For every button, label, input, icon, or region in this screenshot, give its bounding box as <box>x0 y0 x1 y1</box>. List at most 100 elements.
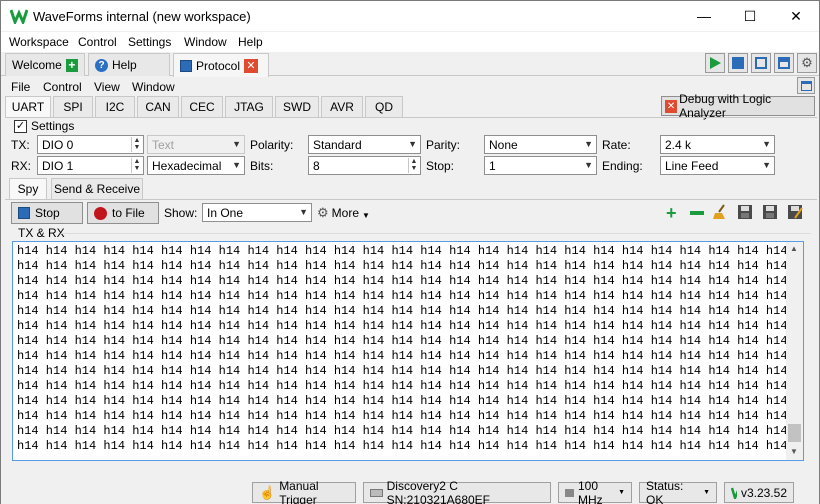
tab-i2c[interactable]: I2C <box>95 96 135 117</box>
menu-settings[interactable]: Settings <box>128 35 171 49</box>
run-button[interactable] <box>705 53 725 73</box>
tx-rx-console[interactable]: h14 h14 h14 h14 h14 h14 h14 h14 h14 h14 … <box>12 241 804 461</box>
tab-spy[interactable]: Spy <box>9 178 47 199</box>
clock-frequency-selector[interactable]: 100 MHz ▼ <box>558 479 632 504</box>
vertical-scrollbar[interactable]: ▲ ▼ <box>786 242 803 460</box>
submenu-window[interactable]: Window <box>132 80 175 94</box>
bits-input[interactable]: 8 ▲ ▼ <box>308 156 421 175</box>
tab-swd[interactable]: SWD <box>275 96 319 117</box>
show-value: In One <box>207 206 244 220</box>
submenu-file[interactable]: File <box>11 80 30 94</box>
debug-button-label: Debug with Logic Analyzer <box>679 92 772 120</box>
tab-close-icon[interactable]: ✕ <box>244 58 259 73</box>
stop-bits-value: 1 <box>489 159 496 173</box>
gear-icon: ⚙ <box>801 55 813 70</box>
ending-select[interactable]: Line Feed ▼ <box>660 156 775 175</box>
rate-select[interactable]: 2.4 k ▼ <box>660 135 775 154</box>
cascade-windows-icon <box>755 57 767 69</box>
record-to-file-button[interactable]: to File <box>87 202 159 224</box>
tab-send-receive-label: Send & Receive <box>53 182 141 196</box>
manual-trigger-label: Manual Trigger <box>279 478 319 504</box>
stop-button[interactable]: Stop <box>11 202 83 224</box>
group-divider <box>61 233 811 234</box>
parity-select[interactable]: None ▼ <box>484 135 597 154</box>
tab-help[interactable]: ? Help <box>88 53 170 76</box>
tx-format-select[interactable]: Text ▼ <box>147 135 245 154</box>
status-bar: ☝ Manual Trigger Discovery2 C SN:210321A… <box>1 479 819 504</box>
device-icon <box>370 488 383 497</box>
settings-toggle[interactable]: ✓ Settings <box>14 119 74 133</box>
scroll-up-icon[interactable]: ▲ <box>790 244 798 253</box>
polarity-value: Standard <box>313 138 362 152</box>
tab-jtag-label: JTAG <box>234 100 264 114</box>
tab-cec[interactable]: CEC <box>181 96 223 117</box>
rx-format-select[interactable]: Hexadecimal ▼ <box>147 156 245 175</box>
status-indicator[interactable]: Status: OK ▼ <box>639 479 717 504</box>
rate-value: 2.4 k <box>665 138 692 152</box>
manual-trigger-button[interactable]: ☝ Manual Trigger <box>252 478 356 504</box>
tx-spin-icon[interactable]: ▲ ▼ <box>131 137 142 152</box>
remove-icon[interactable] <box>690 211 704 215</box>
device-selector[interactable]: Discovery2 C SN:210321A680EF <box>363 479 551 504</box>
menu-window[interactable]: Window <box>184 35 227 49</box>
save-edit-icon[interactable] <box>787 204 803 220</box>
tab-spy-label: Spy <box>17 182 39 196</box>
menu-control[interactable]: Control <box>78 35 117 49</box>
save-icon[interactable] <box>737 204 753 220</box>
protocol-icon <box>180 59 192 72</box>
version-info[interactable]: v3.23.52 <box>724 482 794 503</box>
tab-qd[interactable]: QD <box>365 96 403 117</box>
rx-pin-value: DIO 1 <box>42 159 74 173</box>
add-icon[interactable]: + <box>666 203 677 224</box>
tab-i2c-label: I2C <box>105 100 125 114</box>
tab-can[interactable]: CAN <box>137 96 179 117</box>
tab-avr-label: AVR <box>330 100 354 114</box>
device-settings-button[interactable]: ⚙ <box>797 53 817 73</box>
more-menu-button[interactable]: ⚙ More ▼ <box>317 205 370 221</box>
tile-button[interactable] <box>774 53 794 73</box>
help-icon: ? <box>95 58 108 72</box>
title-bar: WaveForms internal (new workspace) — ☐ ✕ <box>1 1 819 31</box>
maximize-button[interactable]: ☐ <box>727 1 773 31</box>
close-button[interactable]: ✕ <box>773 1 819 31</box>
tab-help-label: Help <box>112 58 137 72</box>
tab-send-receive[interactable]: Send & Receive <box>51 178 143 199</box>
divider <box>5 117 817 118</box>
save-as-icon[interactable] <box>762 204 778 220</box>
show-select[interactable]: In One ▼ <box>202 203 312 222</box>
rx-pin-input[interactable]: DIO 1 ▲ ▼ <box>37 156 144 175</box>
scroll-down-icon[interactable]: ▼ <box>790 447 798 456</box>
polarity-select[interactable]: Standard ▼ <box>308 135 421 154</box>
rx-spin-icon[interactable]: ▲ ▼ <box>131 158 142 173</box>
menu-help[interactable]: Help <box>238 35 263 49</box>
settings-checkbox[interactable]: ✓ <box>14 119 27 133</box>
add-icon[interactable]: + <box>65 58 78 72</box>
parity-value: None <box>489 138 518 152</box>
tx-pin-input[interactable]: DIO 0 ▲ ▼ <box>37 135 144 154</box>
bits-label: Bits: <box>250 159 274 173</box>
window-icon <box>800 81 812 91</box>
minimize-button[interactable]: — <box>681 1 727 31</box>
submenu-control[interactable]: Control <box>43 80 82 94</box>
tab-protocol[interactable]: Protocol ✕ <box>173 53 269 77</box>
tab-uart[interactable]: UART <box>5 96 51 117</box>
chevron-down-icon: ▼ <box>299 207 308 217</box>
tab-spi[interactable]: SPI <box>53 96 93 117</box>
debug-logic-analyzer-button[interactable]: ✕ Debug with Logic Analyzer <box>661 92 815 120</box>
rate-label: Rate: <box>602 138 631 152</box>
cascade-button[interactable] <box>751 53 771 73</box>
tx-pin-value: DIO 0 <box>42 138 74 152</box>
bits-spin-icon[interactable]: ▲ ▼ <box>408 158 419 173</box>
menu-workspace[interactable]: Workspace <box>9 35 69 49</box>
submenu-view[interactable]: View <box>94 80 120 94</box>
tab-welcome[interactable]: Welcome + <box>5 53 85 76</box>
tab-avr[interactable]: AVR <box>321 96 363 117</box>
stop-all-button[interactable] <box>728 53 748 73</box>
tab-jtag[interactable]: JTAG <box>225 96 273 117</box>
stop-bits-select[interactable]: 1 ▼ <box>484 156 597 175</box>
version-label: v3.23.52 <box>740 485 787 500</box>
stop-square-icon <box>18 207 30 219</box>
tab-can-label: CAN <box>145 100 171 114</box>
clear-broom-icon[interactable] <box>712 204 728 220</box>
scrollbar-thumb[interactable] <box>788 424 801 442</box>
